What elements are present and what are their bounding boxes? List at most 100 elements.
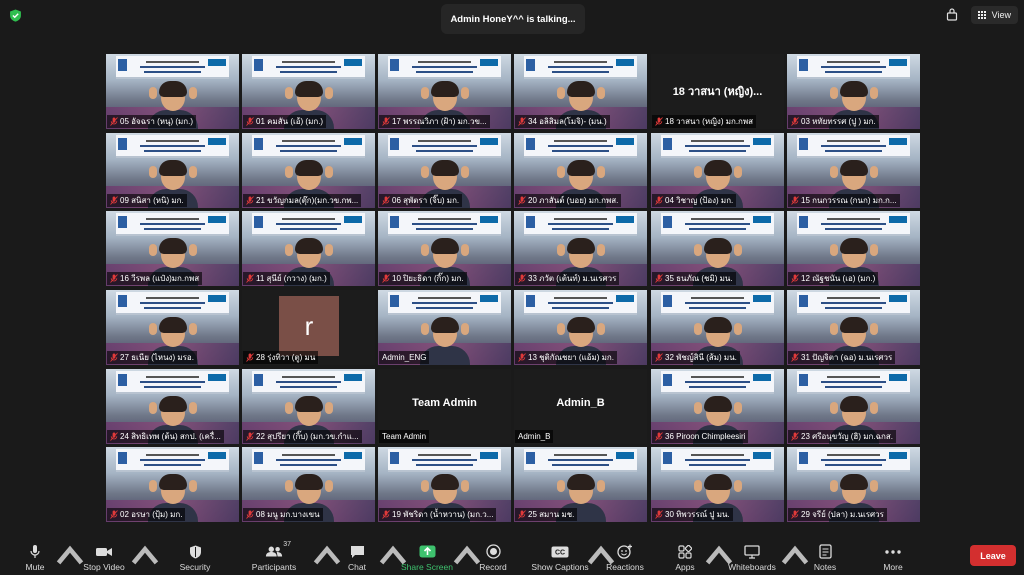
- participant-nameplate: 32 พัชญ์สินี (ส้ม) มน.: [652, 351, 740, 364]
- participant-tile[interactable]: 20 ภาสันต์ (บอย) มก.กพส.: [514, 133, 647, 208]
- notes-button[interactable]: Notes: [808, 540, 842, 575]
- participant-tile[interactable]: 13 ชุติกัณชยา (แอ้ม) มก.: [514, 290, 647, 365]
- muted-microphone-icon: [518, 117, 526, 126]
- background-slide: [661, 371, 774, 394]
- participant-tile[interactable]: 34 อลิสิมล(โมจิ)- (มน.): [514, 54, 647, 129]
- apps-button[interactable]: Apps: [668, 540, 702, 575]
- participant-tile[interactable]: Admin_ENG: [378, 290, 511, 365]
- participant-tile[interactable]: 33 ภวัต (เต้นท์) ม.นเรศวร: [514, 211, 647, 286]
- participant-name: 04 วิชาญ (ป้อง) มก.: [665, 196, 734, 205]
- background-slide: [797, 449, 910, 472]
- record-icon: [484, 544, 502, 559]
- muted-microphone-icon: [655, 274, 663, 283]
- show-captions-button[interactable]: CC Show Captions: [528, 540, 592, 575]
- participant-name: 29 จรีย์ (ปลา) ม.นเรศวร: [801, 510, 884, 519]
- participant-tile[interactable]: 17 พรรณวิภา (ฝ้า) มก.วข...: [378, 54, 511, 129]
- participant-tile[interactable]: 08 มนู มก.บางเขน: [242, 447, 375, 522]
- participant-nameplate: 15 กนกวรรณ (กนก) มก.ก...: [788, 194, 900, 207]
- participant-nameplate: Team Admin: [379, 430, 430, 443]
- participant-tile[interactable]: 11 สุนีย์ (กวาง) (มก.): [242, 211, 375, 286]
- stop-video-button[interactable]: Stop Video: [80, 540, 128, 575]
- participant-tile[interactable]: Admin_B Admin_B: [514, 369, 647, 444]
- participant-name: 34 อลิสิมล(โมจิ)- (มน.): [528, 117, 607, 126]
- muted-microphone-icon: [246, 353, 254, 362]
- muted-microphone-icon: [246, 510, 254, 519]
- participant-tile[interactable]: 10 ปิยะธิดา (กิ๊ก) มก.: [378, 211, 511, 286]
- muted-microphone-icon: [246, 117, 254, 126]
- participant-nameplate: 23 ศรีอนุขวัญ (ฮิ) มก.ฉกส.: [788, 430, 896, 443]
- mute-button[interactable]: Mute: [20, 540, 50, 575]
- record-label: Record: [479, 562, 507, 572]
- muted-microphone-icon: [382, 274, 390, 283]
- reactions-button[interactable]: Reactions: [604, 540, 646, 575]
- video-options-chevron-icon[interactable]: [129, 540, 161, 575]
- background-slide: [661, 292, 774, 315]
- participant-name: Admin_B: [518, 432, 551, 441]
- participant-name: 10 ปิยะธิดา (กิ๊ก) มก.: [392, 274, 464, 283]
- participant-name: 06 สุพัตรา (จิ๊บ) มก.: [392, 196, 460, 205]
- security-button[interactable]: Security: [175, 540, 215, 575]
- participant-tile[interactable]: 19 พัชริดา (น้ำหวาน) (มก.ว...: [378, 447, 511, 522]
- participant-tile[interactable]: 12 ณัฐชนัน (เอ) (มก.): [787, 211, 920, 286]
- participant-tile[interactable]: 24 สิทธิเทพ (ต้น) สกป. (เครื่...: [106, 369, 239, 444]
- muted-microphone-icon: [110, 432, 118, 441]
- participant-tile[interactable]: 32 พัชญ์สินี (ส้ม) มน.: [651, 290, 784, 365]
- meeting-toolbar: Mute Stop Video Security 37 Participants: [0, 540, 1024, 575]
- participant-tile[interactable]: 15 กนกวรรณ (กนก) มก.ก...: [787, 133, 920, 208]
- participant-nameplate: Admin_ENG: [379, 351, 430, 364]
- participant-tile[interactable]: 27 ธเนีย (ไหนง) มรอ.: [106, 290, 239, 365]
- participant-tile[interactable]: 29 จรีย์ (ปลา) ม.นเรศวร: [787, 447, 920, 522]
- participants-options-chevron-icon[interactable]: [311, 540, 343, 575]
- participant-tile[interactable]: 23 ศรีอนุขวัญ (ฮิ) มก.ฉกส.: [787, 369, 920, 444]
- participant-name: 05 อัจฉรา (หนุ) (มก.): [120, 117, 194, 126]
- participant-tile[interactable]: 02 อรษา (ปุ้ม) มก.: [106, 447, 239, 522]
- closed-captions-icon: CC: [551, 544, 569, 559]
- participant-tile[interactable]: 35 ธนภัณ (ชมิ) มน.: [651, 211, 784, 286]
- participant-name: 17 พรรณวิภา (ฝ้า) มก.วข...: [392, 117, 487, 126]
- whiteboards-options-chevron-icon[interactable]: [779, 540, 811, 575]
- chat-button[interactable]: Chat: [342, 540, 372, 575]
- participant-tile[interactable]: 18 วาสนา (หญิง)... 18 วาสนา (หญิง) มก.กพส: [651, 54, 784, 129]
- chat-label: Chat: [348, 562, 366, 572]
- participant-tile[interactable]: 03 หทัยทรรศ (ปู ) มก.: [787, 54, 920, 129]
- record-button[interactable]: Record: [476, 540, 510, 575]
- participant-tile[interactable]: 05 อัจฉรา (หนุ) (มก.): [106, 54, 239, 129]
- participant-tile[interactable]: 36 Piroon Chimpleesiri: [651, 369, 784, 444]
- show-captions-label: Show Captions: [531, 562, 589, 572]
- participant-tile[interactable]: 31 ปัญจิตา (ฉอ) ม.นเรศวร: [787, 290, 920, 365]
- participant-name: 01 คมสัน (เอ้) (มก.): [256, 117, 324, 126]
- participant-tile[interactable]: Team Admin Team Admin: [378, 369, 511, 444]
- participant-display-name: Team Admin: [412, 397, 477, 409]
- participant-tile[interactable]: 09 สนิสา (หนิ) มก.: [106, 133, 239, 208]
- participant-name: 20 ภาสันต์ (บอย) มก.กพส.: [528, 196, 619, 205]
- muted-microphone-icon: [382, 510, 390, 519]
- leave-button[interactable]: Leave: [970, 545, 1016, 566]
- participant-nameplate: 21 ขวัญกมล(ตุ๊ก)(มก.วข.กพ...: [243, 194, 362, 207]
- participant-name: 35 ธนภัณ (ชมิ) มน.: [665, 274, 733, 283]
- more-button[interactable]: More: [876, 540, 910, 575]
- whiteboards-button[interactable]: Whiteboards: [724, 540, 780, 575]
- participant-tile[interactable]: 06 สุพัตรา (จิ๊บ) มก.: [378, 133, 511, 208]
- background-slide: [524, 449, 637, 472]
- participant-tile[interactable]: 22 สุปรียา (กิ๊บ) (มก.วข.กำแ...: [242, 369, 375, 444]
- background-slide: [252, 135, 365, 158]
- participant-name: 08 มนู มก.บางเขน: [256, 510, 320, 519]
- mute-label: Mute: [25, 562, 45, 572]
- reactions-label: Reactions: [606, 562, 644, 572]
- participant-tile[interactable]: 16 วีรพล (แป๋ง)มก.กพส: [106, 211, 239, 286]
- participant-tile[interactable]: 04 วิชาญ (ป้อง) มก.: [651, 133, 784, 208]
- share-screen-button[interactable]: Share Screen: [398, 540, 456, 575]
- muted-microphone-icon: [791, 117, 799, 126]
- participant-nameplate: 22 สุปรียา (กิ๊บ) (มก.วข.กำแ...: [243, 430, 362, 443]
- participant-tile[interactable]: 25 สมาน มช.: [514, 447, 647, 522]
- participants-button[interactable]: 37 Participants: [250, 540, 298, 575]
- participant-name: 11 สุนีย์ (กวาง) (มก.): [256, 274, 327, 283]
- participant-nameplate: 27 ธเนีย (ไหนง) มรอ.: [107, 351, 197, 364]
- muted-microphone-icon: [655, 432, 663, 441]
- participant-tile[interactable]: r 28 รุ่งทิวา (ตู) มน: [242, 290, 375, 365]
- participant-tile[interactable]: 21 ขวัญกมล(ตุ๊ก)(มก.วข.กพ...: [242, 133, 375, 208]
- participant-tile[interactable]: 30 ทิพวรรณ์ ปู มน.: [651, 447, 784, 522]
- participant-nameplate: 10 ปิยะธิดา (กิ๊ก) มก.: [379, 272, 467, 285]
- participant-tile[interactable]: 01 คมสัน (เอ้) (มก.): [242, 54, 375, 129]
- share-screen-arrow-icon: [418, 544, 436, 559]
